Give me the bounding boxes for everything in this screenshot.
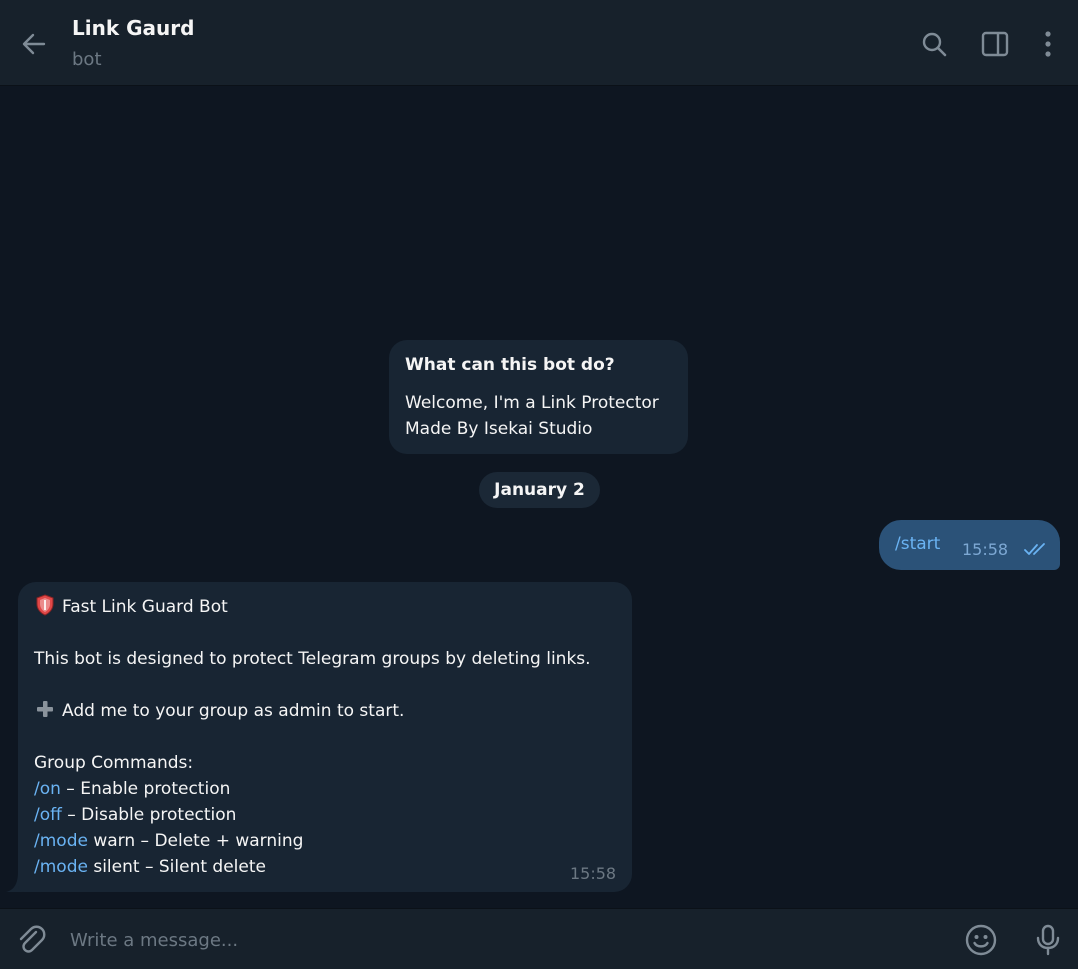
- outgoing-message[interactable]: /start 15:58: [879, 520, 1060, 570]
- sidebar-toggle-icon[interactable]: [979, 28, 1011, 60]
- description-line: This bot is designed to protect Telegram…: [34, 649, 591, 669]
- intro-line: Welcome, I'm a Link Protector: [405, 393, 659, 413]
- message-area[interactable]: What can this bot do? Welcome, I'm a Lin…: [0, 86, 1078, 908]
- intro-line: Made By Isekai Studio: [405, 419, 593, 439]
- chat-header: Link Gaurd bot: [0, 0, 1078, 86]
- microphone-icon[interactable]: [1031, 923, 1065, 957]
- back-arrow-icon[interactable]: [18, 28, 50, 60]
- search-icon[interactable]: [918, 28, 950, 60]
- chat-subtitle: bot: [72, 49, 102, 70]
- add-line: Add me to your group as admin to start.: [34, 698, 620, 724]
- command-desc: – Enable protection: [60, 779, 231, 799]
- message-text[interactable]: /start: [895, 534, 940, 554]
- chat-title[interactable]: Link Gaurd: [72, 16, 194, 40]
- command-link[interactable]: /mode: [34, 831, 88, 851]
- command-desc: warn – Delete + warning: [87, 831, 304, 851]
- command-link[interactable]: /on: [34, 779, 61, 799]
- command-line: /mode warn – Delete + warning: [34, 828, 620, 854]
- message-input[interactable]: [70, 923, 930, 957]
- add-text: Add me to your group as admin to start.: [62, 701, 405, 721]
- intro-title: What can this bot do?: [405, 355, 615, 375]
- incoming-message[interactable]: Fast Link Guard Bot This bot is designed…: [18, 582, 632, 892]
- command-line: /off – Disable protection: [34, 802, 620, 828]
- command-line: /mode silent – Silent delete: [34, 854, 620, 880]
- double-check-icon: [1024, 543, 1045, 555]
- bot-intro-card: What can this bot do? Welcome, I'm a Lin…: [389, 340, 688, 454]
- smiley-icon[interactable]: [964, 923, 998, 957]
- date-separator[interactable]: January 2: [479, 472, 600, 508]
- more-vertical-icon[interactable]: [1032, 28, 1064, 60]
- command-line: /on – Enable protection: [34, 776, 620, 802]
- message-composer: [0, 908, 1078, 969]
- plus-icon: [37, 701, 53, 717]
- command-link[interactable]: /off: [34, 805, 62, 825]
- commands-title: Group Commands:: [34, 753, 194, 773]
- shield-icon: [36, 594, 54, 616]
- paperclip-icon[interactable]: [14, 923, 48, 957]
- message-heading-line: Fast Link Guard Bot: [34, 594, 620, 620]
- message-body: Fast Link Guard Bot This bot is designed…: [34, 594, 620, 880]
- command-link[interactable]: /mode: [34, 857, 88, 877]
- command-desc: – Disable protection: [61, 805, 237, 825]
- command-desc: silent – Silent delete: [87, 857, 266, 877]
- message-time: 15:58: [962, 540, 1009, 559]
- bot-name: Fast Link Guard Bot: [62, 597, 228, 617]
- message-time: 15:58: [570, 864, 617, 883]
